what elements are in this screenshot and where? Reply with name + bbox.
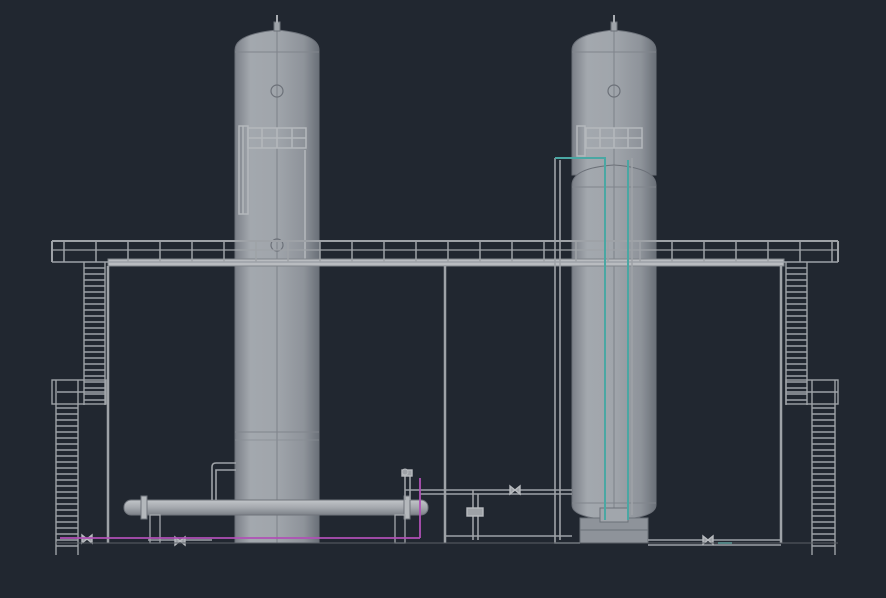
cad-viewport[interactable]: [0, 0, 886, 594]
piping: [56, 157, 838, 547]
column-1: [234, 15, 320, 544]
drum-vessel: [571, 164, 657, 544]
stair-right-lower: [785, 379, 839, 555]
stair-right-upper: [785, 262, 808, 405]
plant-drawing: [51, 15, 839, 555]
platform-walkway: [51, 240, 839, 543]
stair-left-lower: [51, 379, 107, 555]
stair-left-upper: [83, 262, 106, 405]
column-2: [571, 15, 657, 176]
